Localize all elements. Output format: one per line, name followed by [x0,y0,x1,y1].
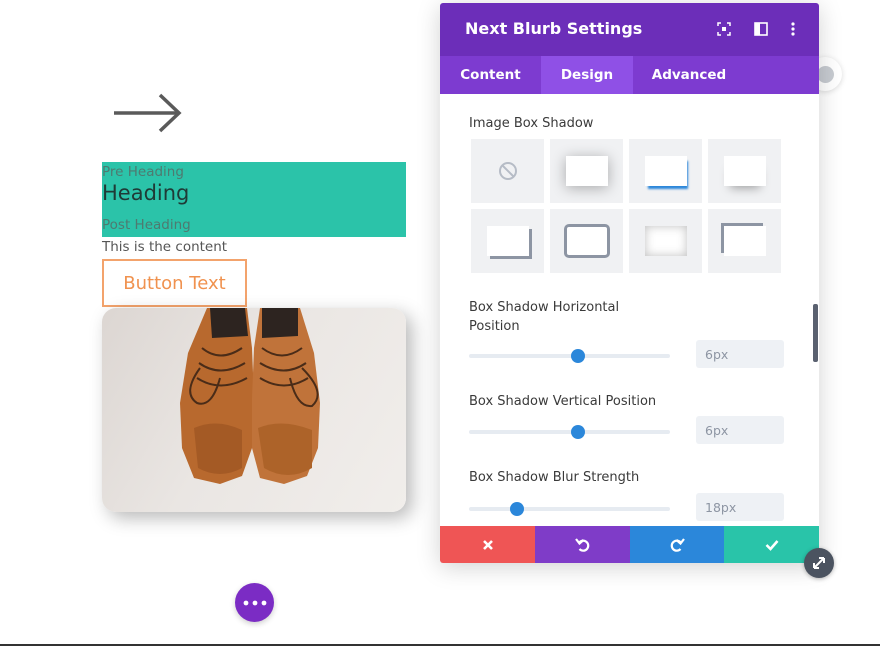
horizontal-position-label: Box Shadow Horizontal Position [469,300,620,334]
horizontal-position-slider[interactable] [469,349,670,363]
vertical-position-input[interactable]: 6px [696,416,784,444]
panel-header: Next Blurb Settings [440,3,819,56]
post-heading: Post Heading [102,217,191,233]
box-shadow-presets [471,139,781,274]
kebab-menu-icon[interactable] [785,21,801,37]
horizontal-position-knob[interactable] [570,349,585,363]
preset-7-box [723,226,766,256]
preset-none[interactable] [471,139,544,203]
no-shadow-icon [498,162,517,180]
preset-2-box [644,156,687,186]
panel-body: Image Box Shadow Box Shadow Horizontal P… [440,94,819,526]
preset-6-box [644,226,687,256]
resize-handle[interactable] [804,548,834,578]
settings-ring-icon [817,66,834,83]
undo-button[interactable] [535,526,630,563]
close-icon [482,539,493,550]
panel-tabs: Content Design Advanced [440,56,819,94]
tab-advanced[interactable]: Advanced [633,56,745,94]
preset-3[interactable] [708,139,781,203]
preset-2[interactable] [629,139,702,203]
more-dots-icon[interactable] [235,583,274,622]
preset-1-box [565,156,608,186]
discard-button[interactable] [440,526,535,563]
resize-arrows-icon [813,557,825,569]
redo-button[interactable] [630,526,724,563]
preset-5-box [563,224,610,258]
redo-icon [670,537,685,552]
preset-1[interactable] [550,139,623,203]
pre-heading: Pre Heading [102,164,184,180]
blur-strength-knob[interactable] [510,502,525,516]
arrow-right-icon [112,92,184,138]
undo-icon [574,537,589,552]
blur-strength-slider[interactable] [469,502,670,516]
shoes-image [102,308,406,512]
settings-panel: Next Blurb Settings Content Design Advan… [440,3,819,563]
blurb-content: This is the content [102,239,228,255]
preset-5[interactable] [550,209,623,273]
horizontal-position-input[interactable]: 6px [696,340,784,368]
cta-button[interactable]: Button Text [102,259,247,307]
vertical-position-label: Box Shadow Vertical Position [469,394,657,409]
tab-design[interactable]: Design [541,56,633,94]
preset-6[interactable] [629,209,702,273]
preset-3-box [723,156,766,186]
builder-canvas: Pre Heading Heading Post Heading This is… [0,0,880,646]
image-box-shadow-label: Image Box Shadow [469,116,594,131]
blur-strength-label: Box Shadow Blur Strength [469,470,640,485]
blur-strength-input[interactable]: 18px [696,493,784,521]
preset-4-box [486,226,529,256]
vertical-position-knob[interactable] [570,425,585,439]
preset-7[interactable] [708,209,781,273]
panel-scrollbar[interactable] [813,304,818,362]
panel-footer [440,526,819,563]
focus-icon[interactable] [716,21,732,37]
panel-title: Next Blurb Settings [465,19,643,38]
heading: Heading [102,181,190,205]
tab-content[interactable]: Content [440,56,541,94]
heading-block[interactable]: Pre Heading Heading Post Heading [102,162,406,237]
vertical-position-slider[interactable] [469,425,670,439]
sidebar-icon[interactable] [753,21,769,37]
check-icon [765,539,778,551]
preset-4[interactable] [471,209,544,273]
